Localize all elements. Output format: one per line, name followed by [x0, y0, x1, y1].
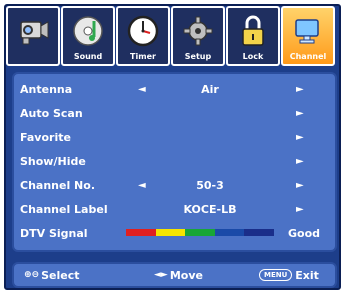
up-down-icon: ⊕⊖	[24, 270, 40, 280]
signal-segment-red	[126, 229, 156, 236]
padlock-icon	[234, 12, 272, 50]
tab-label: Timer	[130, 52, 156, 61]
row-label: Channel Label	[20, 202, 108, 216]
right-arrow-icon[interactable]: ►	[296, 204, 304, 215]
camcorder-icon	[14, 12, 52, 50]
menu-row-antenna[interactable]: Antenna ◄ Air ►	[20, 80, 330, 98]
footer-move-label: Move	[169, 268, 203, 282]
tab-label: Channel	[289, 52, 327, 61]
right-arrow-icon[interactable]: ►	[296, 156, 304, 167]
footer-select-label: Select	[41, 268, 80, 282]
menu-button-icon: MENU	[259, 269, 293, 281]
footer-help-bar: ⊕⊖ Select ◄► Move MENU Exit	[12, 262, 337, 288]
tab-timer[interactable]: Timer	[116, 6, 170, 66]
row-label: Auto Scan	[20, 106, 83, 120]
menu-row-channel-no[interactable]: Channel No. ◄ 50-3 ►	[20, 176, 330, 194]
left-arrow-icon[interactable]: ◄	[138, 84, 146, 95]
right-arrow-icon[interactable]: ►	[296, 84, 304, 95]
row-value: 50-3	[196, 178, 224, 192]
row-label: DTV Signal	[20, 226, 88, 240]
music-cd-icon	[69, 12, 107, 50]
tab-lock[interactable]: Lock	[226, 6, 280, 66]
signal-segment-blue	[214, 229, 245, 236]
left-arrow-icon[interactable]: ◄	[138, 180, 146, 191]
tab-channel[interactable]: Channel	[281, 6, 335, 66]
left-right-icon: ◄►	[154, 270, 168, 280]
footer-move: ◄► Move	[154, 269, 203, 282]
row-value: KOCE-LB	[183, 202, 237, 216]
right-arrow-icon[interactable]: ►	[296, 180, 304, 191]
gear-icon	[179, 12, 217, 50]
menu-row-channel-label[interactable]: Channel Label KOCE-LB ►	[20, 200, 330, 218]
menu-row-auto-scan[interactable]: Auto Scan ►	[20, 104, 330, 122]
row-label: Channel No.	[20, 178, 95, 192]
footer-select: ⊕⊖ Select	[24, 269, 80, 282]
footer-exit-label: Exit	[295, 268, 319, 282]
clock-icon	[124, 12, 162, 50]
monitor-icon	[289, 12, 327, 50]
dtv-signal-bar	[126, 229, 274, 236]
menu-row-favorite[interactable]: Favorite ►	[20, 128, 330, 146]
row-label: Show/Hide	[20, 154, 86, 168]
channel-menu-panel: Antenna ◄ Air ► Auto Scan ► Favorite ► S…	[12, 72, 337, 252]
tab-picture[interactable]	[6, 6, 60, 66]
tab-setup[interactable]: Setup	[171, 6, 225, 66]
signal-segment-yellow	[155, 229, 186, 236]
tab-label: Lock	[242, 52, 264, 61]
tab-label: Sound	[73, 52, 103, 61]
row-value: Air	[201, 82, 219, 96]
tab-sound[interactable]: Sound	[61, 6, 115, 66]
menu-row-dtv-signal: DTV Signal Good	[20, 224, 330, 242]
menu-row-show-hide[interactable]: Show/Hide ►	[20, 152, 330, 170]
menu-tab-strip: Sound Timer Setup Lock Channel	[6, 6, 337, 66]
footer-exit: MENU Exit	[259, 269, 319, 282]
row-label: Antenna	[20, 82, 73, 96]
row-label: Favorite	[20, 130, 71, 144]
dtv-signal-status: Good	[288, 226, 321, 240]
tab-label: Setup	[184, 52, 212, 61]
signal-segment-navy	[244, 229, 274, 236]
right-arrow-icon[interactable]: ►	[296, 132, 304, 143]
right-arrow-icon[interactable]: ►	[296, 108, 304, 119]
signal-segment-green	[185, 229, 215, 236]
